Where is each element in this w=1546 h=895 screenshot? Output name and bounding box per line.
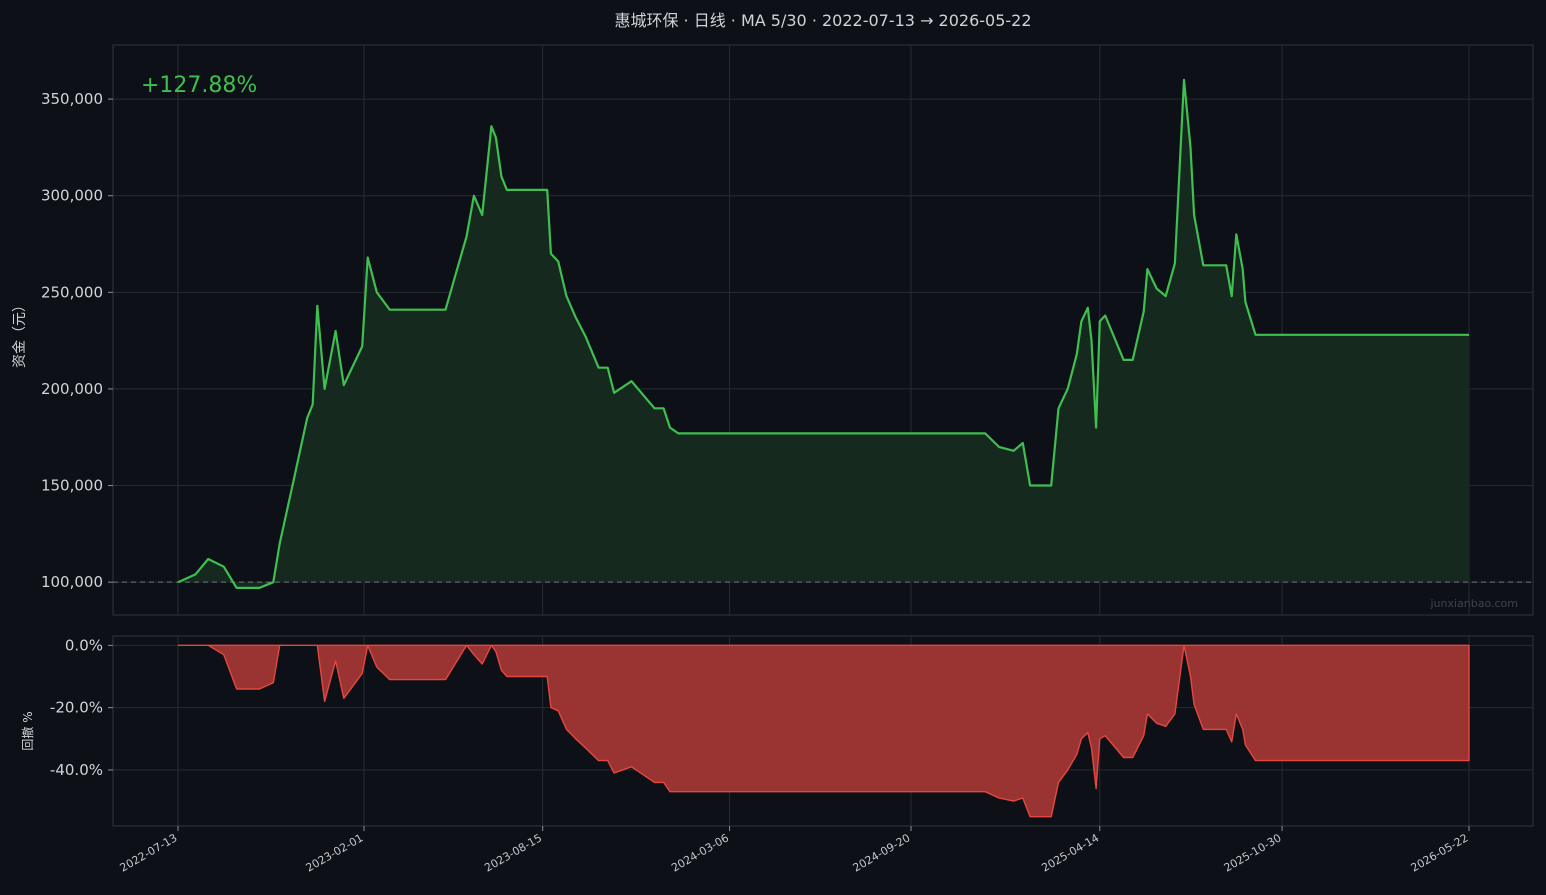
- backtest-chart: 惠城环保 · 日线 · MA 5/30 · 2022-07-13 → 2026-…: [0, 0, 1546, 895]
- equity-y-tick-label: 250,000: [41, 283, 103, 301]
- drawdown-y-tick-label: -20.0%: [50, 699, 103, 717]
- return-label: +127.88%: [141, 73, 257, 98]
- drawdown-y-axis-label: 回撤 %: [20, 711, 35, 750]
- equity-y-tick-label: 300,000: [41, 187, 103, 205]
- equity-y-tick-label: 200,000: [41, 380, 103, 398]
- equity-y-axis-label: 资金（元）: [12, 298, 28, 368]
- equity-y-tick-label: 350,000: [41, 90, 103, 108]
- drawdown-y-tick-label: -40.0%: [50, 761, 103, 779]
- equity-y-tick-label: 150,000: [41, 477, 103, 495]
- equity-y-tick-label: 100,000: [41, 573, 103, 591]
- watermark: junxianbao.com: [1429, 597, 1518, 610]
- chart-title: 惠城环保 · 日线 · MA 5/30 · 2022-07-13 → 2026-…: [614, 11, 1031, 30]
- drawdown-y-tick-label: 0.0%: [65, 636, 103, 654]
